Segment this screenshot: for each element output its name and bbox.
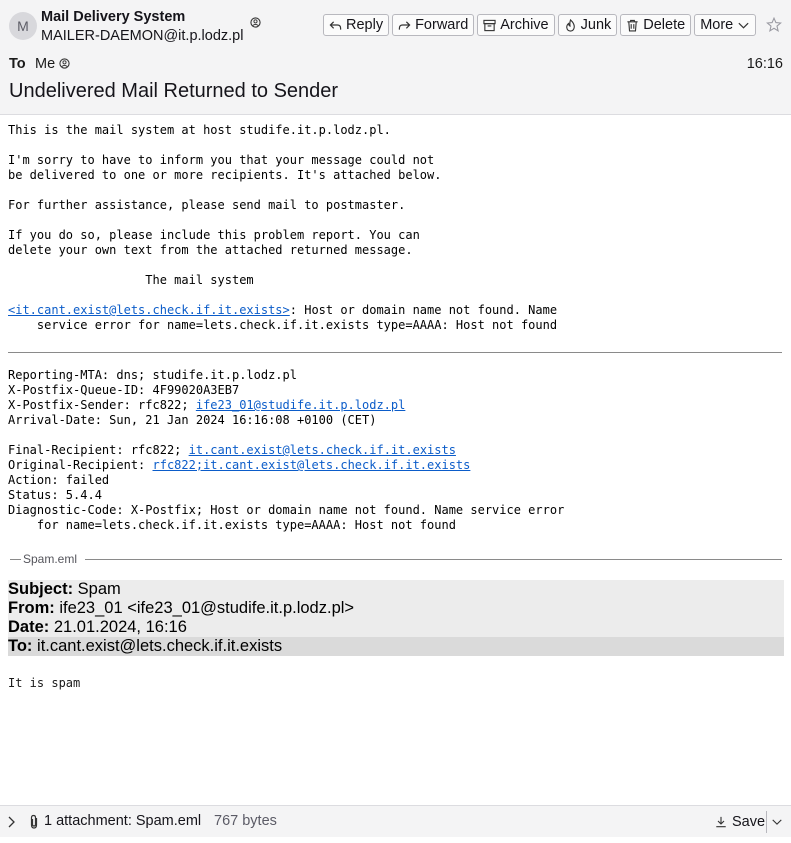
junk-flame-icon [565, 18, 575, 32]
meta-text-4: Action: failed Status: 5.4.4 Diagnostic-… [8, 473, 565, 532]
meta-text-3: Original-Recipient: [8, 458, 146, 472]
reply-icon [329, 20, 342, 30]
attached-to-row: To: it.cant.exist@lets.check.if.it.exist… [8, 637, 784, 656]
junk-button[interactable]: Junk [557, 14, 618, 36]
attached-from-value: ife23_01 <ife23_01@studife.it.p.lodz.pl> [54, 599, 355, 617]
sender-link[interactable]: ife23_01@studife.it.p.lodz.pl [196, 398, 406, 412]
trash-icon [627, 19, 638, 31]
divider [8, 352, 782, 353]
save-label: Save [732, 814, 766, 830]
archive-icon [483, 19, 496, 31]
paperclip-icon [30, 814, 38, 829]
chevron-down-icon [738, 22, 749, 29]
download-icon [716, 816, 726, 828]
attached-subject-value: Spam [73, 580, 121, 598]
attached-to-value: it.cant.exist@lets.check.if.it.exists [32, 637, 283, 655]
attached-from-label: From: [8, 599, 55, 617]
more-button[interactable]: More [694, 14, 757, 36]
reply-button[interactable]: Reply [323, 14, 390, 36]
attachment-divider-left [10, 559, 21, 560]
to-label: To [9, 56, 26, 72]
attachment-size: 767 bytes [214, 813, 277, 829]
message-subject: Undelivered Mail Returned to Sender [9, 80, 339, 102]
bounce-report: This is the mail system at host studife.… [8, 123, 557, 333]
attached-subject-label: Subject: [8, 580, 74, 598]
chevron-right-icon[interactable] [6, 815, 16, 829]
final-recipient-link[interactable]: it.cant.exist@lets.check.if.it.exists [189, 443, 456, 457]
sender-name[interactable]: Mail Delivery System [41, 9, 185, 25]
attached-message-headers: Subject: Spam From: ife23_01 <ife23_01@s… [8, 580, 784, 656]
more-label: More [700, 17, 734, 33]
save-separator [766, 811, 767, 833]
archive-button[interactable]: Archive [477, 14, 555, 36]
add-contact-icon[interactable] [250, 17, 261, 28]
save-button[interactable]: Save [712, 811, 768, 833]
message-header: M Mail Delivery System MAILER-DAEMON@it.… [0, 0, 791, 115]
attachment-legend: Spam.eml [23, 552, 78, 566]
delivery-status: Reporting-MTA: dns; studife.it.p.lodz.pl… [8, 368, 564, 533]
original-recipient-link[interactable]: rfc822;it.cant.exist@lets.check.if.it.ex… [153, 458, 471, 472]
forward-button[interactable]: Forward [392, 14, 475, 36]
attached-date-row: Date: 21.01.2024, 16:16 [8, 618, 784, 637]
intro-text: This is the mail system at host studife.… [8, 123, 442, 287]
attached-to-label: To: [8, 637, 33, 655]
attached-from-row: From: ife23_01 <ife23_01@studife.it.p.lo… [8, 599, 784, 618]
forward-label: Forward [415, 17, 469, 33]
avatar: M [9, 12, 37, 40]
contact-icon[interactable] [59, 58, 70, 69]
delete-button[interactable]: Delete [620, 14, 692, 36]
attached-date-label: Date: [8, 618, 50, 636]
delete-label: Delete [643, 17, 686, 33]
star-icon[interactable] [766, 17, 782, 33]
reply-label: Reply [346, 17, 384, 33]
sender-address[interactable]: MAILER-DAEMON@it.p.lodz.pl [41, 28, 243, 44]
attachment-divider-right [85, 559, 782, 560]
archive-label: Archive [500, 17, 549, 33]
attachment-bar: 1 attachment: Spam.eml 767 bytes Save [0, 805, 791, 837]
attached-date-value: 21.01.2024, 16:16 [49, 618, 187, 636]
attachment-summary[interactable]: 1 attachment: Spam.eml [44, 813, 201, 829]
attached-subject-row: Subject: Spam [8, 580, 784, 599]
junk-label: Junk [580, 17, 612, 33]
recipient-me[interactable]: Me [35, 56, 55, 72]
message-time: 16:16 [746, 56, 783, 72]
save-menu-chevron-icon[interactable] [771, 816, 783, 828]
recipient-link[interactable]: <it.cant.exist@lets.check.if.it.exists> [8, 303, 290, 317]
message-toolbar: Reply Forward Archive Junk Delete More [323, 14, 757, 36]
attached-message-body: It is spam [8, 676, 81, 690]
forward-icon [398, 20, 411, 30]
